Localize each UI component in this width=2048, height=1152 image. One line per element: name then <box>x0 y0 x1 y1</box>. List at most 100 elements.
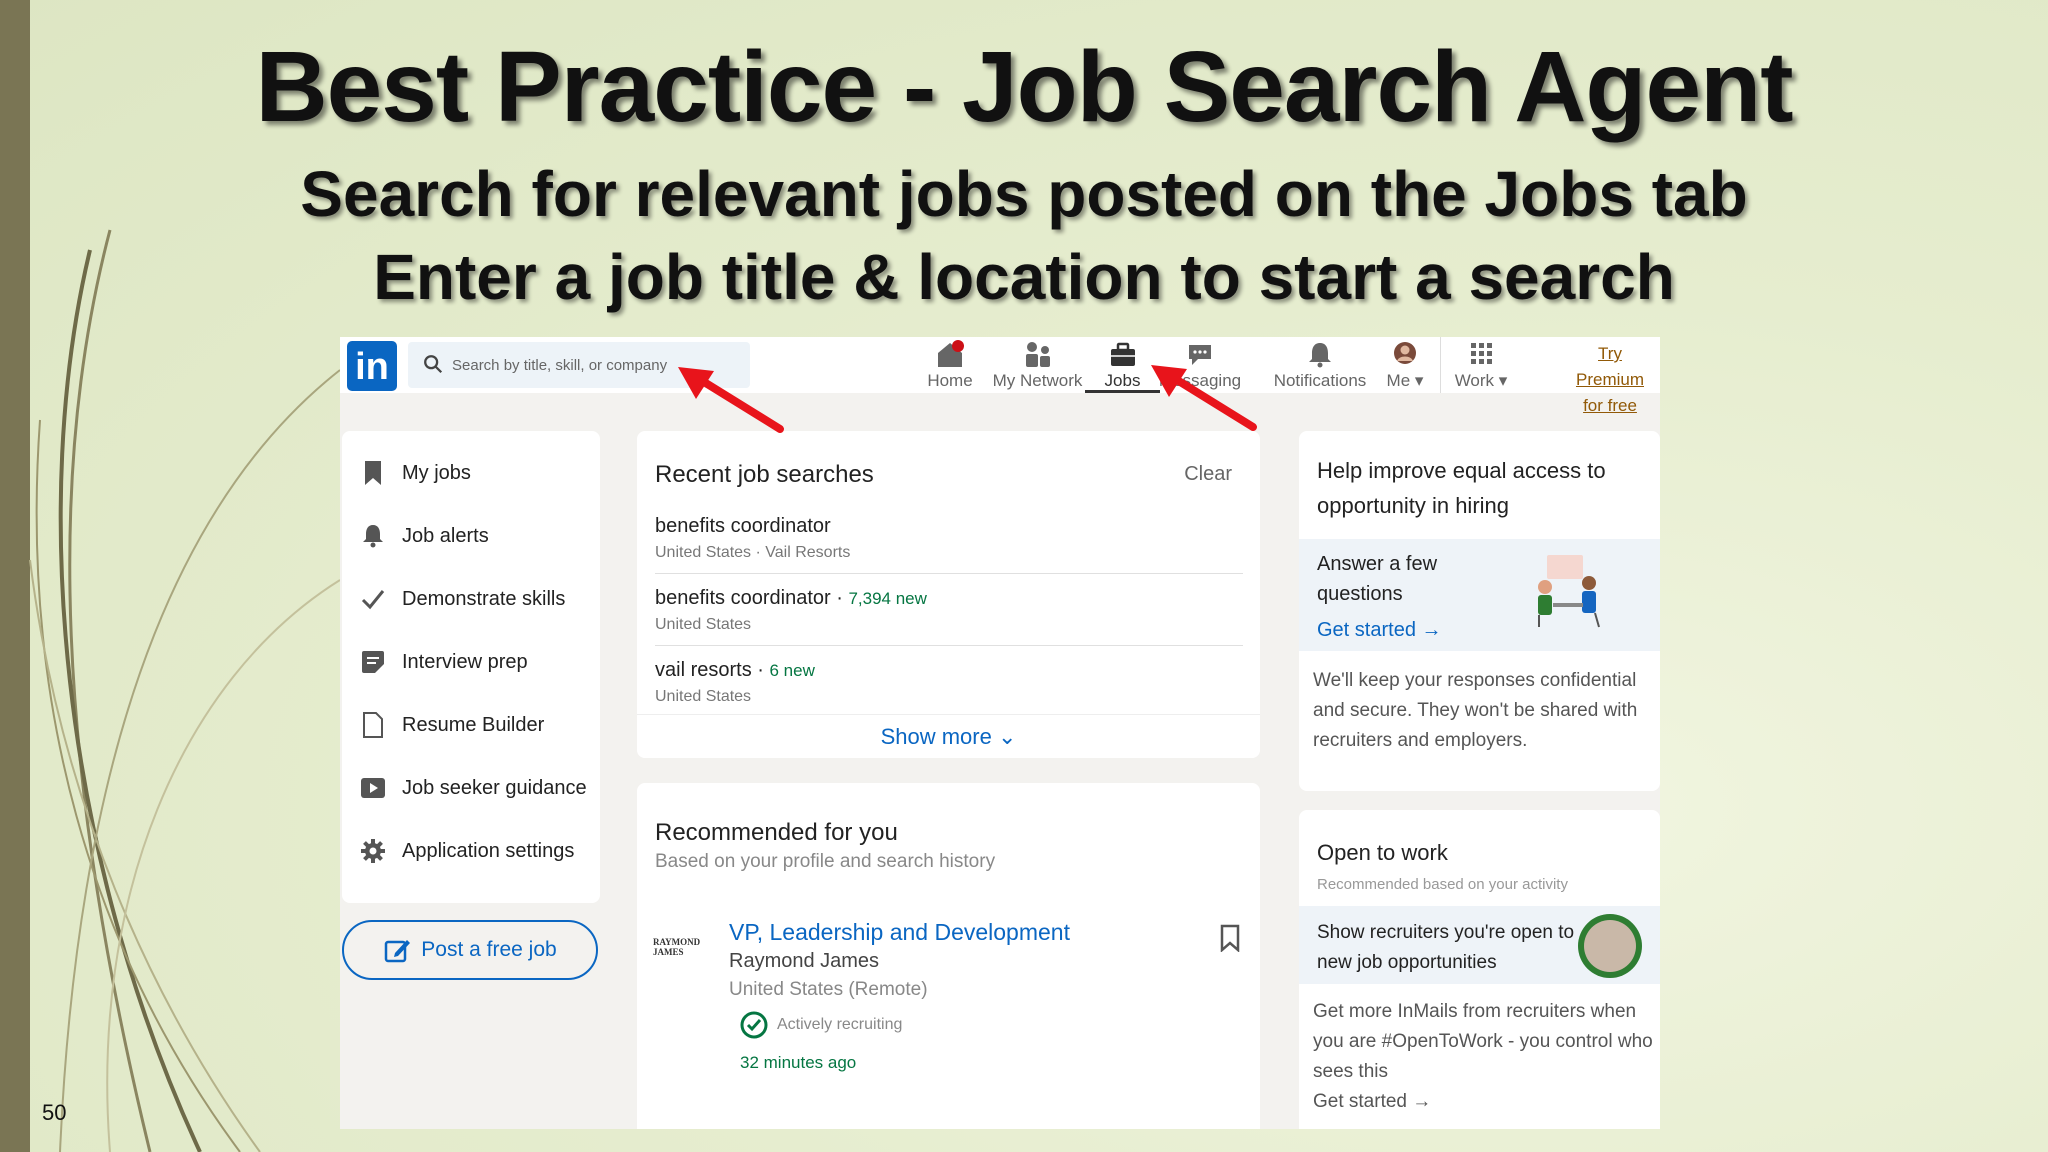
show-more-button[interactable]: Show more ⌄ <box>637 714 1260 758</box>
recent-search-item[interactable]: benefits coordinator · 7,394 new United … <box>655 587 1243 646</box>
recent-search-title: benefits coordinator <box>655 515 831 537</box>
checkmark-icon <box>361 590 385 610</box>
message-icon <box>1189 345 1211 365</box>
try-premium-link[interactable]: Try Premium for free <box>1562 341 1658 419</box>
nav-notifications[interactable]: Notifications <box>1270 337 1370 393</box>
search-input[interactable]: Search by title, skill, or company <box>408 342 750 388</box>
document-icon <box>363 712 383 738</box>
otw-get-started-label: Get started <box>1313 1091 1407 1112</box>
grid-icon <box>1471 343 1492 364</box>
nav-label: Messaging <box>1158 371 1242 390</box>
left-nav-job-alerts[interactable]: Job alerts <box>360 518 489 554</box>
equal-access-card: Help improve equal access to opportunity… <box>1299 431 1660 791</box>
bell-icon <box>363 525 383 548</box>
slide-title: Best Practice - Job Search Agent <box>255 31 1793 143</box>
recent-search-sub: United States · Vail Resorts <box>655 544 851 561</box>
nav-label: Jobs <box>1104 371 1141 390</box>
open-to-work-title: Open to work <box>1317 840 1448 865</box>
premium-line-1: Try Premium <box>1575 344 1644 389</box>
left-nav-resume-builder[interactable]: Resume Builder <box>360 707 544 743</box>
recent-search-sub: United States <box>655 688 752 705</box>
recent-search-item[interactable]: vail resorts · 6 new United States <box>655 659 1243 717</box>
left-nav-label: Demonstrate skills <box>402 587 566 610</box>
recent-search-item[interactable]: benefits coordinator United States · Vai… <box>655 515 1243 574</box>
help-body-text: We'll keep your responses confidential a… <box>1313 670 1638 751</box>
left-nav-label: Application settings <box>402 839 575 862</box>
avatar <box>1394 342 1416 364</box>
recent-search-title: benefits coordinator <box>655 587 831 609</box>
answer-questions-text: Answer a few questions <box>1317 553 1438 605</box>
left-nav-label: Job seeker guidance <box>402 776 587 799</box>
new-count: 7,394 new <box>848 589 927 608</box>
nav-label: Home <box>927 371 973 390</box>
arrow-right-icon: → <box>1412 1091 1432 1112</box>
job-company: Raymond James <box>729 950 880 972</box>
clear-button[interactable]: Clear <box>1184 463 1232 486</box>
left-nav-label: Resume Builder <box>402 713 545 736</box>
chevron-down-icon: ⌄ <box>997 724 1017 749</box>
get-started-label: Get started <box>1317 619 1416 641</box>
left-nav-my-jobs[interactable]: My jobs <box>360 455 471 491</box>
left-nav-interview-prep[interactable]: Interview prep <box>360 644 528 680</box>
play-icon <box>361 778 385 798</box>
help-title: Help improve equal access to opportunity… <box>1317 458 1606 518</box>
left-nav-label: Job alerts <box>402 524 489 547</box>
nav-label: Notifications <box>1273 371 1367 390</box>
linkedin-jobs-screenshot: in Search by title, skill, or company Ho… <box>340 337 1660 1129</box>
save-job-icon[interactable] <box>1219 924 1241 952</box>
otw-body-text: Get more InMails from recruiters when yo… <box>1313 1001 1653 1082</box>
recent-search-sub: United States <box>655 616 752 633</box>
nav-label: Work ▾ <box>1454 371 1508 390</box>
home-icon <box>938 340 964 367</box>
get-started-link[interactable]: Get started → <box>1317 619 1442 642</box>
arrow-right-icon: → <box>1421 619 1442 641</box>
clipboard-icon <box>362 651 384 673</box>
left-nav-application-settings[interactable]: Application settings <box>360 833 574 869</box>
company-logo: RAYMOND JAMES <box>653 937 701 957</box>
new-count: 6 new <box>769 661 815 680</box>
nav-messaging[interactable]: Messaging <box>1155 337 1245 393</box>
top-nav-bar: in Search by title, skill, or company Ho… <box>340 337 1660 415</box>
nav-label: My Network <box>992 371 1083 390</box>
recent-search-title: vail resorts <box>655 659 752 681</box>
open-to-work-subtitle: Recommended based on your activity <box>1317 876 1568 893</box>
recommended-title: Recommended for you <box>655 819 898 846</box>
recommended-jobs-card: Recommended for you Based on your profil… <box>637 783 1260 1129</box>
nav-jobs[interactable]: Jobs <box>1085 337 1160 393</box>
search-icon <box>424 355 443 374</box>
premium-line-2: for free <box>1583 396 1637 415</box>
left-nav-job-seeker-guidance[interactable]: Job seeker guidance <box>360 770 587 806</box>
actively-recruiting: Actively recruiting <box>739 1010 902 1040</box>
target-icon <box>740 1011 768 1039</box>
post-free-job-button[interactable]: Post a free job <box>342 920 598 980</box>
recent-job-searches-card: Recent job searches Clear benefits coord… <box>637 431 1260 758</box>
page-number: 50 <box>42 1100 67 1125</box>
left-nav-demonstrate-skills[interactable]: Demonstrate skills <box>360 581 565 617</box>
nav-me[interactable]: Me ▾ <box>1380 337 1430 393</box>
posted-time: 32 minutes ago <box>740 1053 857 1072</box>
nav-home[interactable]: Home <box>910 337 990 393</box>
bell-icon <box>1309 343 1331 368</box>
slide-subtitle-2: Enter a job title & location to start a … <box>373 241 1675 313</box>
gear-icon <box>361 839 385 863</box>
show-recruiters-text[interactable]: Show recruiters you're open to new job o… <box>1317 918 1587 978</box>
open-to-work-avatar <box>1578 914 1642 978</box>
search-placeholder: Search by title, skill, or company <box>452 357 668 374</box>
nav-work[interactable]: Work ▾ <box>1440 337 1521 393</box>
slide-subtitle-1: Search for relevant jobs posted on the J… <box>300 158 1748 230</box>
nav-label: Me ▾ <box>1386 371 1424 390</box>
open-to-work-card: Open to work Recommended based on your a… <box>1299 810 1660 1129</box>
show-more-label: Show more <box>880 724 992 749</box>
recruiting-status: Actively recruiting <box>777 1016 903 1033</box>
linkedin-logo[interactable]: in <box>347 341 397 391</box>
job-location: United States (Remote) <box>729 979 928 1000</box>
briefcase-icon <box>1110 342 1135 366</box>
recommended-subtitle: Based on your profile and search history <box>655 851 996 872</box>
edit-icon <box>385 940 411 963</box>
post-job-label: Post a free job <box>421 938 557 961</box>
otw-get-started-link[interactable]: Get started → <box>1313 1091 1431 1113</box>
bookmark-icon <box>365 461 381 485</box>
nav-my-network[interactable]: My Network <box>985 337 1090 393</box>
job-title-link[interactable]: VP, Leadership and Development <box>729 919 1070 946</box>
left-nav-label: My jobs <box>402 461 471 484</box>
